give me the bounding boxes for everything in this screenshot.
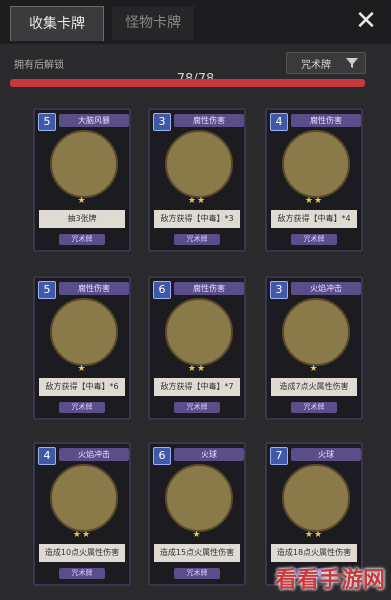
card-cost: 4 — [38, 447, 56, 465]
card[interactable]: 6 火球 ★ 造成15点火属性伤害咒术牌 — [148, 442, 246, 586]
card-type: 咒术牌 — [59, 568, 105, 579]
card-art — [165, 464, 233, 532]
card-art — [50, 130, 118, 198]
card-name: 腐性伤害 — [174, 282, 244, 295]
card[interactable]: 5 大脑风暴 ★ 抽3张牌咒术牌 — [33, 108, 131, 252]
card-name: 大脑风暴 — [59, 114, 129, 127]
card-description: 抽3张牌 — [39, 210, 125, 228]
card-art — [50, 464, 118, 532]
tab-collect-cards[interactable]: 收集卡牌 — [10, 6, 104, 41]
card-stars: ★★ — [72, 530, 92, 540]
card-description: 敌方获得【中毒】*3 — [154, 210, 240, 228]
card-name: 火球 — [291, 448, 361, 461]
card-cost: 6 — [153, 447, 171, 465]
card-art — [282, 464, 350, 532]
card-description: 造成15点火属性伤害 — [154, 544, 240, 562]
filter-label: 咒术牌 — [301, 60, 331, 71]
card-type: 咒术牌 — [174, 568, 220, 579]
card-stars: ★★ — [187, 364, 207, 374]
card-art — [165, 130, 233, 198]
card[interactable]: 3 腐性伤害 ★★ 敌方获得【中毒】*3 咒术牌 — [148, 108, 246, 252]
card-stars: ★ — [77, 196, 87, 206]
card[interactable]: 5 腐性伤害 ★ 敌方获得【中毒】*6 咒术牌 — [33, 276, 131, 420]
card-type: 咒术牌 — [291, 234, 337, 245]
watermark-logo: 看看手游网 — [274, 568, 385, 593]
card-stars: ★ — [192, 530, 202, 540]
card-cost: 3 — [153, 113, 171, 131]
card-art — [282, 130, 350, 198]
card-description: 造成10点火属性伤害 — [39, 544, 125, 562]
card-cost: 6 — [153, 281, 171, 299]
card-cost: 7 — [270, 447, 288, 465]
card-cost: 4 — [270, 113, 288, 131]
card-type: 咒术牌 — [174, 234, 220, 245]
card-stars: ★★ — [304, 196, 324, 206]
card-name: 火球 — [174, 448, 244, 461]
card-name: 火焰冲击 — [291, 282, 361, 295]
card-description: 敌方获得【中毒】*4 — [271, 210, 357, 228]
card-cost: 3 — [270, 281, 288, 299]
filter-dropdown[interactable]: 咒术牌 — [286, 52, 366, 74]
card-stars: ★ — [77, 364, 87, 374]
unlock-hint: 拥有后解锁 — [14, 60, 64, 71]
tab-monster-cards[interactable]: 怪物卡牌 — [112, 6, 194, 40]
card-description: 造成18点火属性伤害 — [271, 544, 357, 562]
card-stars: ★★ — [304, 530, 324, 540]
collection-progress — [10, 79, 365, 87]
funnel-icon — [346, 58, 358, 68]
card-type: 咒术牌 — [59, 234, 105, 245]
card-cost: 5 — [38, 113, 56, 131]
card-name: 腐性伤害 — [174, 114, 244, 127]
card-type: 咒术牌 — [59, 402, 105, 413]
card-description: 造成7点火属性伤害 — [271, 378, 357, 396]
card-description: 敌方获得【中毒】*6 — [39, 378, 125, 396]
close-icon[interactable]: ✕ — [353, 8, 379, 34]
card[interactable]: 4 火焰冲击 ★★ 造成10点火属性伤害咒术牌 — [33, 442, 131, 586]
card-art — [165, 298, 233, 366]
card-name: 火焰冲击 — [59, 448, 129, 461]
card[interactable]: 6 腐性伤害 ★★ 敌方获得【中毒】*7 咒术牌 — [148, 276, 246, 420]
card-type: 咒术牌 — [291, 402, 337, 413]
card[interactable]: 4 腐性伤害 ★★ 敌方获得【中毒】*4 咒术牌 — [265, 108, 363, 252]
card[interactable]: 3 火焰冲击 ★ 造成7点火属性伤害咒术牌 — [265, 276, 363, 420]
card-name: 腐性伤害 — [59, 282, 129, 295]
card-art — [282, 298, 350, 366]
card-description: 敌方获得【中毒】*7 — [154, 378, 240, 396]
card-stars: ★ — [309, 364, 319, 374]
card-type: 咒术牌 — [174, 402, 220, 413]
card-art — [50, 298, 118, 366]
card-stars: ★★ — [187, 196, 207, 206]
card-name: 腐性伤害 — [291, 114, 361, 127]
card-cost: 5 — [38, 281, 56, 299]
